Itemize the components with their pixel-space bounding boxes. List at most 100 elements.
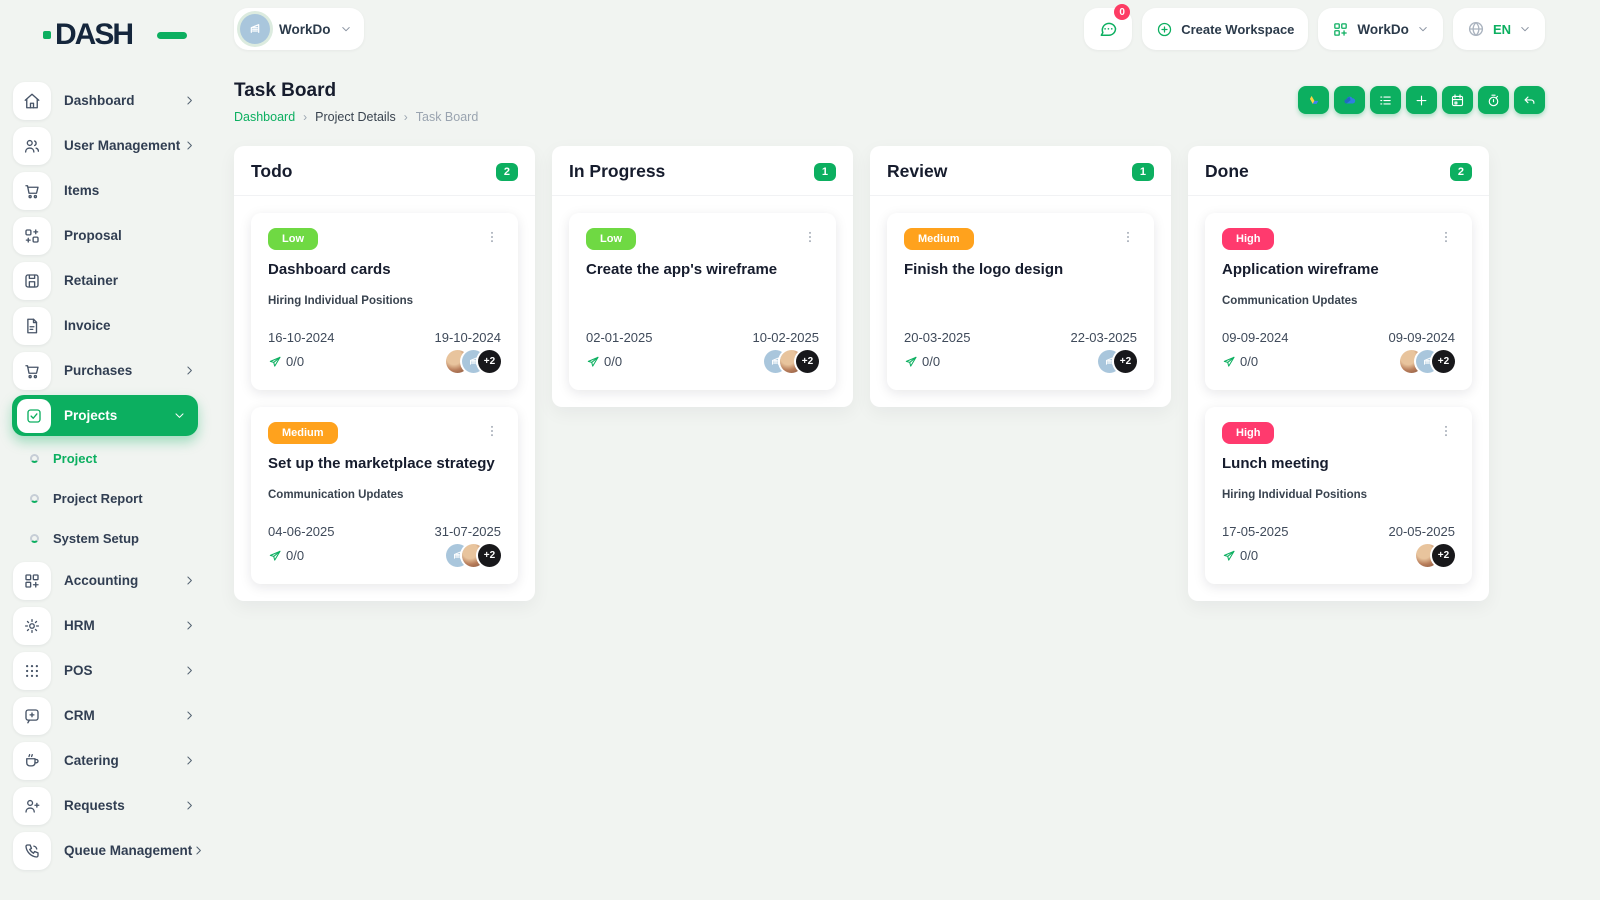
sidebar-item-catering[interactable]: Catering	[0, 738, 212, 783]
calendar-button[interactable]	[1442, 86, 1473, 114]
task-card[interactable]: Low Create the app's wireframe 02-01-2025 1…	[569, 213, 836, 390]
sidebar-item-retainer[interactable]: Retainer	[0, 258, 212, 303]
send-icon	[268, 549, 282, 563]
column-count-badge: 1	[813, 162, 836, 181]
sidebar-item-invoice[interactable]: Invoice	[0, 303, 212, 348]
column-body: High Application wireframe Communication U…	[1188, 196, 1489, 601]
app-logo[interactable]: DASH	[43, 18, 187, 52]
card-menu-button[interactable]	[801, 228, 819, 246]
column-title: Todo	[251, 161, 293, 181]
priority-badge: Low	[268, 228, 318, 250]
sidebar-item-crm[interactable]: CRM	[0, 693, 212, 738]
card-menu-button[interactable]	[1437, 228, 1455, 246]
sidebar-item-pos[interactable]: POS	[0, 648, 212, 693]
send-icon	[586, 355, 600, 369]
onedrive-button[interactable]	[1334, 86, 1365, 114]
sidebar-item-hrm[interactable]: HRM	[0, 603, 212, 648]
cart-icon	[23, 182, 41, 200]
sidebar-item-accounting[interactable]: Accounting	[0, 558, 212, 603]
sidebar-item-label: Queue Management	[64, 843, 193, 858]
create-workspace-button[interactable]: Create Workspace	[1142, 8, 1309, 50]
task-dates-row: 17-05-2025 20-05-2025	[1222, 524, 1455, 539]
task-card[interactable]: Medium Set up the marketplace strategy Com…	[251, 407, 518, 584]
task-dates-row: 04-06-2025 31-07-2025	[268, 524, 501, 539]
chevron-right-icon	[183, 709, 196, 722]
dots-grid-icon	[23, 662, 41, 680]
breadcrumb-separator: ›	[403, 110, 408, 124]
card-menu-button[interactable]	[1119, 228, 1137, 246]
task-project-name: Hiring Individual Positions	[1222, 489, 1368, 501]
messages-button[interactable]: 0	[1084, 4, 1133, 50]
sidebar-item-dashboard[interactable]: Dashboard	[0, 78, 212, 123]
chevron-right-icon	[183, 619, 196, 632]
checkbox-icon	[25, 407, 43, 425]
sidebar-item-user-management[interactable]: User Management	[0, 123, 212, 168]
chevron-down-icon	[173, 409, 186, 422]
sidebar-item-items[interactable]: Items	[0, 168, 212, 213]
task-card[interactable]: High Lunch meeting Hiring Individual Posit…	[1205, 407, 1472, 584]
workdo-menu[interactable]: WorkDo	[1318, 8, 1443, 50]
sidebar-item-projects[interactable]: Projects	[12, 395, 198, 436]
sidebar-icon-box	[13, 651, 51, 690]
home-icon	[23, 92, 41, 110]
add-task-button[interactable]	[1406, 86, 1437, 114]
assignee-avatars: +2	[446, 350, 501, 373]
task-end-date: 19-10-2024	[434, 330, 502, 345]
chevron-down-icon	[1519, 23, 1531, 35]
timer-button[interactable]	[1478, 86, 1509, 114]
sidebar-icon-box	[17, 398, 51, 433]
chevron-right-icon	[183, 754, 196, 767]
sidebar-item-purchases[interactable]: Purchases	[0, 348, 212, 393]
sidebar-subitem-system-setup[interactable]: System Setup	[0, 518, 212, 558]
sidebar-item-label: Retainer	[64, 273, 119, 288]
google-drive-icon	[1306, 93, 1321, 108]
task-footer-row: 0/0 +2	[268, 544, 501, 567]
language-selector[interactable]: EN	[1452, 8, 1545, 50]
task-progress: 0/0	[268, 548, 304, 563]
task-progress-value: 0/0	[604, 354, 623, 369]
sidebar-item-label: Accounting	[64, 573, 139, 588]
logo-accent-dot	[43, 31, 51, 39]
card-menu-button[interactable]	[1437, 422, 1455, 440]
globe-icon	[1467, 20, 1485, 38]
breadcrumb-item-project-details[interactable]: Project Details	[315, 110, 396, 124]
task-card[interactable]: Medium Finish the logo design 20-03-2025 22…	[887, 213, 1154, 390]
list-view-button[interactable]	[1370, 86, 1401, 114]
back-button[interactable]	[1514, 86, 1545, 114]
sidebar-icon-box	[13, 831, 51, 870]
topbar-right: 0 Create Workspace WorkDo EN	[1084, 4, 1545, 50]
google-drive-button[interactable]	[1298, 86, 1329, 114]
task-card[interactable]: Low Dashboard cards Hiring Individual Posi…	[251, 213, 518, 390]
send-icon	[1222, 355, 1236, 369]
column-title: Review	[887, 161, 948, 181]
sidebar-nav: Dashboard User Management Items Proposal Ret…	[0, 78, 212, 873]
task-progress-value: 0/0	[1240, 548, 1259, 563]
sidebar-subitem-label: System Setup	[53, 530, 139, 546]
breadcrumb-item-dashboard[interactable]: Dashboard	[234, 110, 295, 124]
priority-badge: High	[1222, 228, 1275, 250]
undo-icon	[1522, 93, 1537, 108]
sidebar-item-queue-management[interactable]: Queue Management	[0, 828, 212, 873]
card-menu-button[interactable]	[483, 228, 501, 246]
topbar: WorkDo 0 Create Workspace WorkDo EN	[234, 4, 1545, 50]
workspace-selector[interactable]: WorkDo	[234, 8, 364, 50]
task-title: Dashboard cards	[268, 261, 391, 278]
sidebar-icon-box	[13, 306, 51, 345]
sidebar-subitem-project-report[interactable]: Project Report	[0, 478, 212, 518]
subitem-bullet-icon	[30, 493, 39, 503]
list-icon	[1378, 93, 1393, 108]
task-start-date: 20-03-2025	[904, 330, 971, 345]
task-progress-value: 0/0	[922, 354, 941, 369]
card-menu-button[interactable]	[483, 422, 501, 440]
column-header: Todo 2	[234, 146, 535, 196]
breadcrumb-item-task-board: Task Board	[415, 110, 479, 124]
sidebar-item-requests[interactable]: Requests	[0, 783, 212, 828]
task-card[interactable]: High Application wireframe Communication U…	[1205, 213, 1472, 390]
assignee-avatars: +2	[446, 544, 501, 567]
board-toolbar	[1298, 86, 1545, 114]
sidebar-icon-box	[13, 81, 51, 120]
sidebar-item-proposal[interactable]: Proposal	[0, 213, 212, 258]
sidebar-subitem-project[interactable]: Project	[0, 438, 212, 478]
task-start-date: 16-10-2024	[268, 330, 335, 345]
plus-circle-icon	[1156, 21, 1173, 38]
